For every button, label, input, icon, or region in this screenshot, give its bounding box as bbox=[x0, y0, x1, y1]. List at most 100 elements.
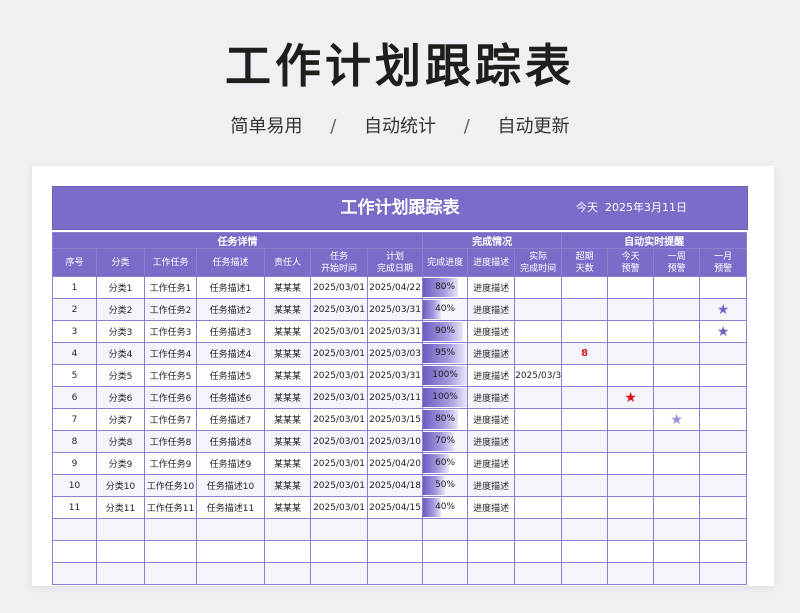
cell-no[interactable]: 1 bbox=[52, 276, 97, 299]
cell-plan-date[interactable]: 2025/04/15 bbox=[366, 496, 424, 519]
cell-owner[interactable]: 某某某 bbox=[264, 364, 311, 387]
cell-empty[interactable] bbox=[96, 540, 145, 563]
cell-task[interactable]: 工作任务5 bbox=[144, 364, 197, 387]
cell-start-date[interactable]: 2025/03/01 bbox=[310, 276, 368, 299]
cell-plan-date[interactable]: 2025/03/31 bbox=[366, 298, 424, 321]
cell-empty[interactable] bbox=[366, 518, 424, 541]
cell-start-date[interactable]: 2025/03/01 bbox=[310, 452, 368, 475]
cell-plan-date[interactable]: 2025/03/31 bbox=[366, 320, 424, 343]
cell-actual-date[interactable] bbox=[514, 386, 563, 409]
cell-alert-today[interactable] bbox=[607, 320, 655, 343]
cell-empty[interactable] bbox=[96, 518, 145, 541]
cell-description[interactable]: 任务描述6 bbox=[196, 386, 265, 409]
cell-overdue-days[interactable] bbox=[561, 474, 609, 497]
cell-progress[interactable]: 90% bbox=[422, 320, 469, 343]
cell-empty[interactable] bbox=[196, 540, 265, 563]
cell-owner[interactable]: 某某某 bbox=[264, 386, 311, 409]
cell-actual-date[interactable] bbox=[514, 320, 563, 343]
cell-actual-date[interactable]: 2025/03/31 bbox=[514, 364, 563, 387]
cell-alert-month[interactable] bbox=[699, 276, 748, 299]
cell-no[interactable]: 5 bbox=[52, 364, 97, 387]
cell-alert-today[interactable] bbox=[607, 452, 655, 475]
cell-task[interactable]: 工作任务6 bbox=[144, 386, 197, 409]
cell-alert-today[interactable] bbox=[607, 430, 655, 453]
cell-no[interactable]: 3 bbox=[52, 320, 97, 343]
cell-progress[interactable]: 40% bbox=[422, 298, 469, 321]
cell-empty[interactable] bbox=[264, 540, 311, 563]
cell-actual-date[interactable] bbox=[514, 276, 563, 299]
cell-progress-desc[interactable]: 进度描述 bbox=[467, 276, 516, 299]
cell-task[interactable]: 工作任务4 bbox=[144, 342, 197, 365]
cell-alert-month[interactable] bbox=[699, 342, 748, 365]
cell-alert-month[interactable]: ★ bbox=[699, 298, 748, 321]
cell-start-date[interactable]: 2025/03/01 bbox=[310, 342, 368, 365]
cell-overdue-days[interactable] bbox=[561, 408, 609, 431]
cell-plan-date[interactable]: 2025/04/18 bbox=[366, 474, 424, 497]
cell-empty[interactable] bbox=[653, 518, 701, 541]
cell-alert-today[interactable] bbox=[607, 342, 655, 365]
cell-task[interactable]: 工作任务2 bbox=[144, 298, 197, 321]
cell-plan-date[interactable]: 2025/03/03 bbox=[366, 342, 424, 365]
cell-no[interactable]: 2 bbox=[52, 298, 97, 321]
cell-empty[interactable] bbox=[561, 540, 609, 563]
cell-actual-date[interactable] bbox=[514, 342, 563, 365]
cell-alert-month[interactable] bbox=[699, 474, 748, 497]
cell-empty[interactable] bbox=[514, 562, 563, 585]
cell-alert-today[interactable]: ★ bbox=[607, 386, 655, 409]
cell-progress-desc[interactable]: 进度描述 bbox=[467, 496, 516, 519]
cell-category[interactable]: 分类7 bbox=[96, 408, 145, 431]
cell-empty[interactable] bbox=[607, 562, 655, 585]
cell-alert-today[interactable] bbox=[607, 276, 655, 299]
cell-owner[interactable]: 某某某 bbox=[264, 496, 311, 519]
cell-empty[interactable] bbox=[264, 562, 311, 585]
cell-overdue-days[interactable] bbox=[561, 430, 609, 453]
cell-progress-desc[interactable]: 进度描述 bbox=[467, 386, 516, 409]
cell-task[interactable]: 工作任务9 bbox=[144, 452, 197, 475]
cell-empty[interactable] bbox=[422, 562, 469, 585]
cell-alert-month[interactable]: ★ bbox=[699, 320, 748, 343]
cell-plan-date[interactable]: 2025/03/31 bbox=[366, 364, 424, 387]
cell-owner[interactable]: 某某某 bbox=[264, 342, 311, 365]
cell-description[interactable]: 任务描述9 bbox=[196, 452, 265, 475]
cell-start-date[interactable]: 2025/03/01 bbox=[310, 474, 368, 497]
cell-empty[interactable] bbox=[196, 518, 265, 541]
cell-progress-desc[interactable]: 进度描述 bbox=[467, 408, 516, 431]
cell-alert-week[interactable] bbox=[653, 474, 701, 497]
cell-empty[interactable] bbox=[514, 540, 563, 563]
cell-task[interactable]: 工作任务7 bbox=[144, 408, 197, 431]
cell-progress-desc[interactable]: 进度描述 bbox=[467, 342, 516, 365]
cell-description[interactable]: 任务描述7 bbox=[196, 408, 265, 431]
cell-alert-week[interactable] bbox=[653, 276, 701, 299]
cell-empty[interactable] bbox=[467, 540, 516, 563]
cell-progress[interactable]: 50% bbox=[422, 474, 469, 497]
cell-owner[interactable]: 某某某 bbox=[264, 408, 311, 431]
cell-empty[interactable] bbox=[607, 540, 655, 563]
cell-progress-desc[interactable]: 进度描述 bbox=[467, 474, 516, 497]
cell-progress-desc[interactable]: 进度描述 bbox=[467, 430, 516, 453]
cell-overdue-days[interactable] bbox=[561, 496, 609, 519]
cell-alert-month[interactable] bbox=[699, 430, 748, 453]
cell-empty[interactable] bbox=[699, 540, 748, 563]
cell-task[interactable]: 工作任务1 bbox=[144, 276, 197, 299]
cell-progress-desc[interactable]: 进度描述 bbox=[467, 452, 516, 475]
cell-alert-week[interactable] bbox=[653, 452, 701, 475]
cell-start-date[interactable]: 2025/03/01 bbox=[310, 408, 368, 431]
cell-empty[interactable] bbox=[467, 562, 516, 585]
cell-alert-week[interactable] bbox=[653, 386, 701, 409]
cell-overdue-days[interactable]: 8 bbox=[561, 342, 609, 365]
cell-category[interactable]: 分类2 bbox=[96, 298, 145, 321]
cell-empty[interactable] bbox=[514, 518, 563, 541]
cell-empty[interactable] bbox=[144, 540, 197, 563]
cell-empty[interactable] bbox=[561, 562, 609, 585]
cell-no[interactable]: 10 bbox=[52, 474, 97, 497]
cell-category[interactable]: 分类3 bbox=[96, 320, 145, 343]
cell-alert-today[interactable] bbox=[607, 364, 655, 387]
cell-progress[interactable]: 70% bbox=[422, 430, 469, 453]
cell-category[interactable]: 分类9 bbox=[96, 452, 145, 475]
cell-owner[interactable]: 某某某 bbox=[264, 474, 311, 497]
cell-no[interactable]: 8 bbox=[52, 430, 97, 453]
cell-overdue-days[interactable] bbox=[561, 452, 609, 475]
cell-category[interactable]: 分类5 bbox=[96, 364, 145, 387]
cell-progress[interactable]: 100% bbox=[422, 386, 469, 409]
cell-empty[interactable] bbox=[144, 562, 197, 585]
